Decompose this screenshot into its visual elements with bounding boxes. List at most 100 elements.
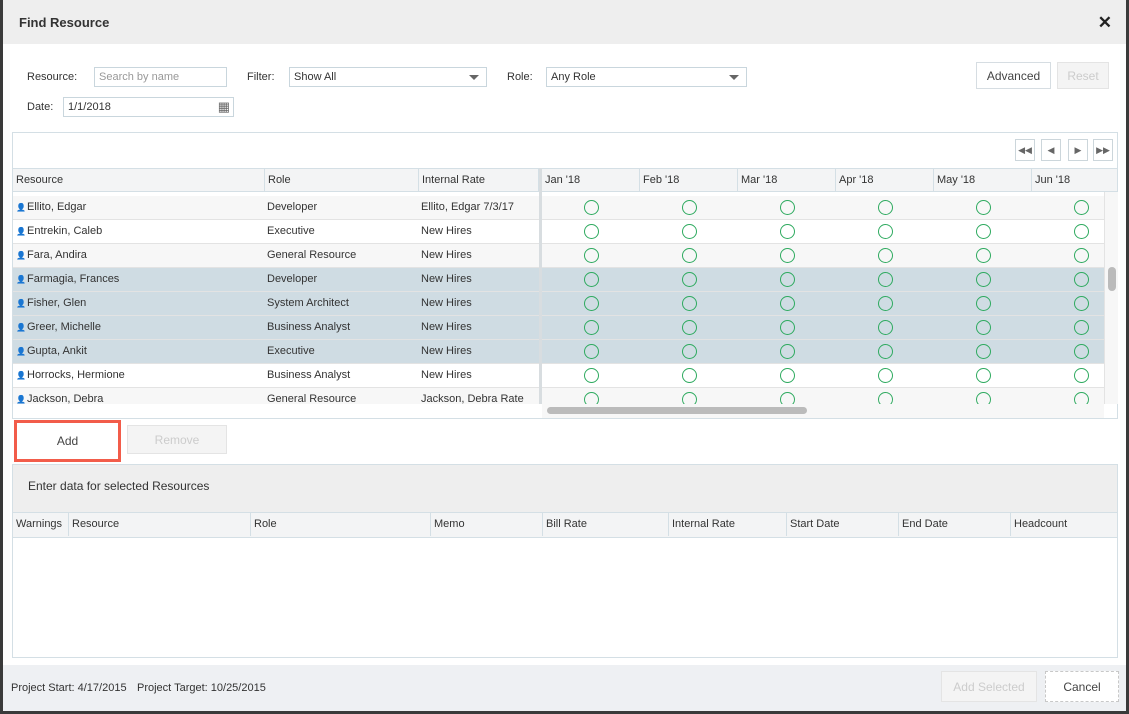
availability-circle-icon	[780, 200, 795, 215]
table-row[interactable]: 👤 Farmagia, Frances Developer New Hires	[13, 268, 1104, 292]
resource-search-input[interactable]: Search by name	[94, 67, 227, 87]
column-header[interactable]: Internal Rate	[419, 169, 539, 192]
table-row[interactable]: 👤 Fisher, Glen System Architect New Hires	[13, 292, 1104, 316]
availability-circle-icon	[584, 344, 599, 359]
last-page-icon[interactable]: ▶▶	[1093, 139, 1113, 161]
table-row[interactable]: 👤 Horrocks, Hermione Business Analyst New H…	[13, 364, 1104, 388]
availability-circle-icon	[682, 248, 697, 263]
vertical-scrollbar[interactable]	[1104, 192, 1118, 404]
selected-column-header[interactable]: Headcount	[1011, 513, 1119, 536]
table-row[interactable]: 👤 Ellito, Edgar Developer Ellito, Edgar 7/3…	[13, 196, 1104, 220]
resource-name: Greer, Michelle	[27, 321, 101, 333]
resource-role: Business Analyst	[267, 321, 351, 333]
availability-circle-icon	[682, 272, 697, 287]
selected-column-header[interactable]: Resource	[69, 513, 251, 536]
add-button[interactable]: Add	[14, 420, 121, 462]
availability-circle-icon	[976, 296, 991, 311]
availability-circle-icon	[878, 296, 893, 311]
availability-circle-icon	[682, 368, 697, 383]
month-column-header: May '18	[934, 169, 1032, 192]
user-icon: 👤	[16, 251, 26, 260]
table-row[interactable]: 👤 Jackson, Debra General Resource Jackson, …	[13, 388, 1104, 404]
selected-column-header[interactable]: Bill Rate	[543, 513, 669, 536]
resource-name: Gupta, Ankit	[27, 345, 87, 357]
chevron-down-icon	[469, 75, 479, 80]
internal-rate: New Hires	[421, 345, 472, 357]
availability-circle-icon	[682, 200, 697, 215]
user-icon: 👤	[16, 227, 26, 236]
internal-rate: New Hires	[421, 321, 472, 333]
availability-circle-icon	[1074, 224, 1089, 239]
availability-circle-icon	[584, 200, 599, 215]
availability-circle-icon	[1074, 272, 1089, 287]
selected-column-header[interactable]: Role	[251, 513, 431, 536]
availability-circle-icon	[780, 368, 795, 383]
filter-value: Show All	[294, 71, 337, 83]
availability-circle-icon	[584, 224, 599, 239]
column-header[interactable]: Role	[265, 169, 419, 192]
availability-circle-icon	[780, 272, 795, 287]
next-page-icon[interactable]: ▶	[1068, 139, 1088, 161]
resource-name: Ellito, Edgar	[27, 201, 87, 213]
calendar-icon[interactable]: ▦	[218, 99, 230, 115]
availability-circle-icon	[780, 296, 795, 311]
availability-circle-icon	[976, 272, 991, 287]
table-row[interactable]: 👤 Greer, Michelle Business Analyst New Hire…	[13, 316, 1104, 340]
resource-name: Jackson, Debra	[27, 393, 104, 404]
horizontal-scrollbar[interactable]	[542, 404, 1104, 418]
column-header[interactable]: Resource	[13, 169, 265, 192]
first-page-icon[interactable]: ◀◀	[1015, 139, 1035, 161]
availability-circle-icon	[976, 368, 991, 383]
availability-circle-icon	[584, 248, 599, 263]
resource-name: Fisher, Glen	[27, 297, 87, 309]
user-icon: 👤	[16, 347, 26, 356]
scroll-thumb[interactable]	[1108, 267, 1116, 291]
availability-circle-icon	[780, 344, 795, 359]
user-icon: 👤	[16, 203, 26, 212]
resource-role: Developer	[267, 201, 318, 213]
scroll-thumb[interactable]	[547, 407, 807, 414]
table-row[interactable]: 👤 Fara, Andira General Resource New Hires	[13, 244, 1104, 268]
selected-column-header[interactable]: Warnings	[13, 513, 69, 536]
resource-name: Farmagia, Frances	[27, 273, 120, 285]
availability-circle-icon	[1074, 368, 1089, 383]
selected-column-header[interactable]: End Date	[899, 513, 1011, 536]
user-icon: 👤	[16, 371, 26, 380]
date-input[interactable]: 1/1/2018 ▦	[63, 97, 234, 117]
close-icon[interactable]: ✕	[1098, 13, 1112, 33]
role-value: Any Role	[551, 71, 596, 83]
project-start: Project Start: 4/17/2015	[11, 682, 127, 694]
internal-rate: New Hires	[421, 369, 472, 381]
resource-role: Business Analyst	[267, 369, 351, 381]
internal-rate: New Hires	[421, 225, 472, 237]
filter-select[interactable]: Show All	[289, 67, 487, 87]
month-column-header: Mar '18	[738, 169, 836, 192]
remove-button[interactable]: Remove	[127, 425, 227, 454]
availability-circle-icon	[584, 368, 599, 383]
availability-circle-icon	[1074, 248, 1089, 263]
find-resource-dialog: Find Resource ✕ Resource: Search by name…	[3, 0, 1126, 711]
internal-rate: New Hires	[421, 297, 472, 309]
selected-column-header[interactable]: Memo	[431, 513, 543, 536]
availability-circle-icon	[584, 272, 599, 287]
selected-column-header[interactable]: Internal Rate	[669, 513, 787, 536]
selected-resources-panel: Enter data for selected Resources Warnin…	[12, 464, 1118, 658]
resource-role: Executive	[267, 345, 315, 357]
grid-splitter[interactable]	[539, 168, 542, 404]
table-row[interactable]: 👤 Gupta, Ankit Executive New Hires	[13, 340, 1104, 364]
reset-button[interactable]: Reset	[1057, 62, 1109, 89]
availability-circle-icon	[1074, 392, 1089, 404]
internal-rate: Ellito, Edgar 7/3/17	[421, 201, 514, 213]
selected-column-header[interactable]: Start Date	[787, 513, 899, 536]
project-target: Project Target: 10/25/2015	[137, 682, 266, 694]
availability-circle-icon	[878, 224, 893, 239]
table-row[interactable]: 👤 Entrekin, Caleb Executive New Hires	[13, 220, 1104, 244]
advanced-button[interactable]: Advanced	[976, 62, 1051, 89]
grid-rows: 👤 Ellito, Edgar Developer Ellito, Edgar 7/3…	[13, 196, 1104, 404]
add-selected-button[interactable]: Add Selected	[941, 671, 1037, 702]
availability-circle-icon	[780, 224, 795, 239]
cancel-button[interactable]: Cancel	[1045, 671, 1119, 702]
dialog-title: Find Resource	[19, 15, 110, 30]
prev-page-icon[interactable]: ◀	[1041, 139, 1061, 161]
role-select[interactable]: Any Role	[546, 67, 747, 87]
